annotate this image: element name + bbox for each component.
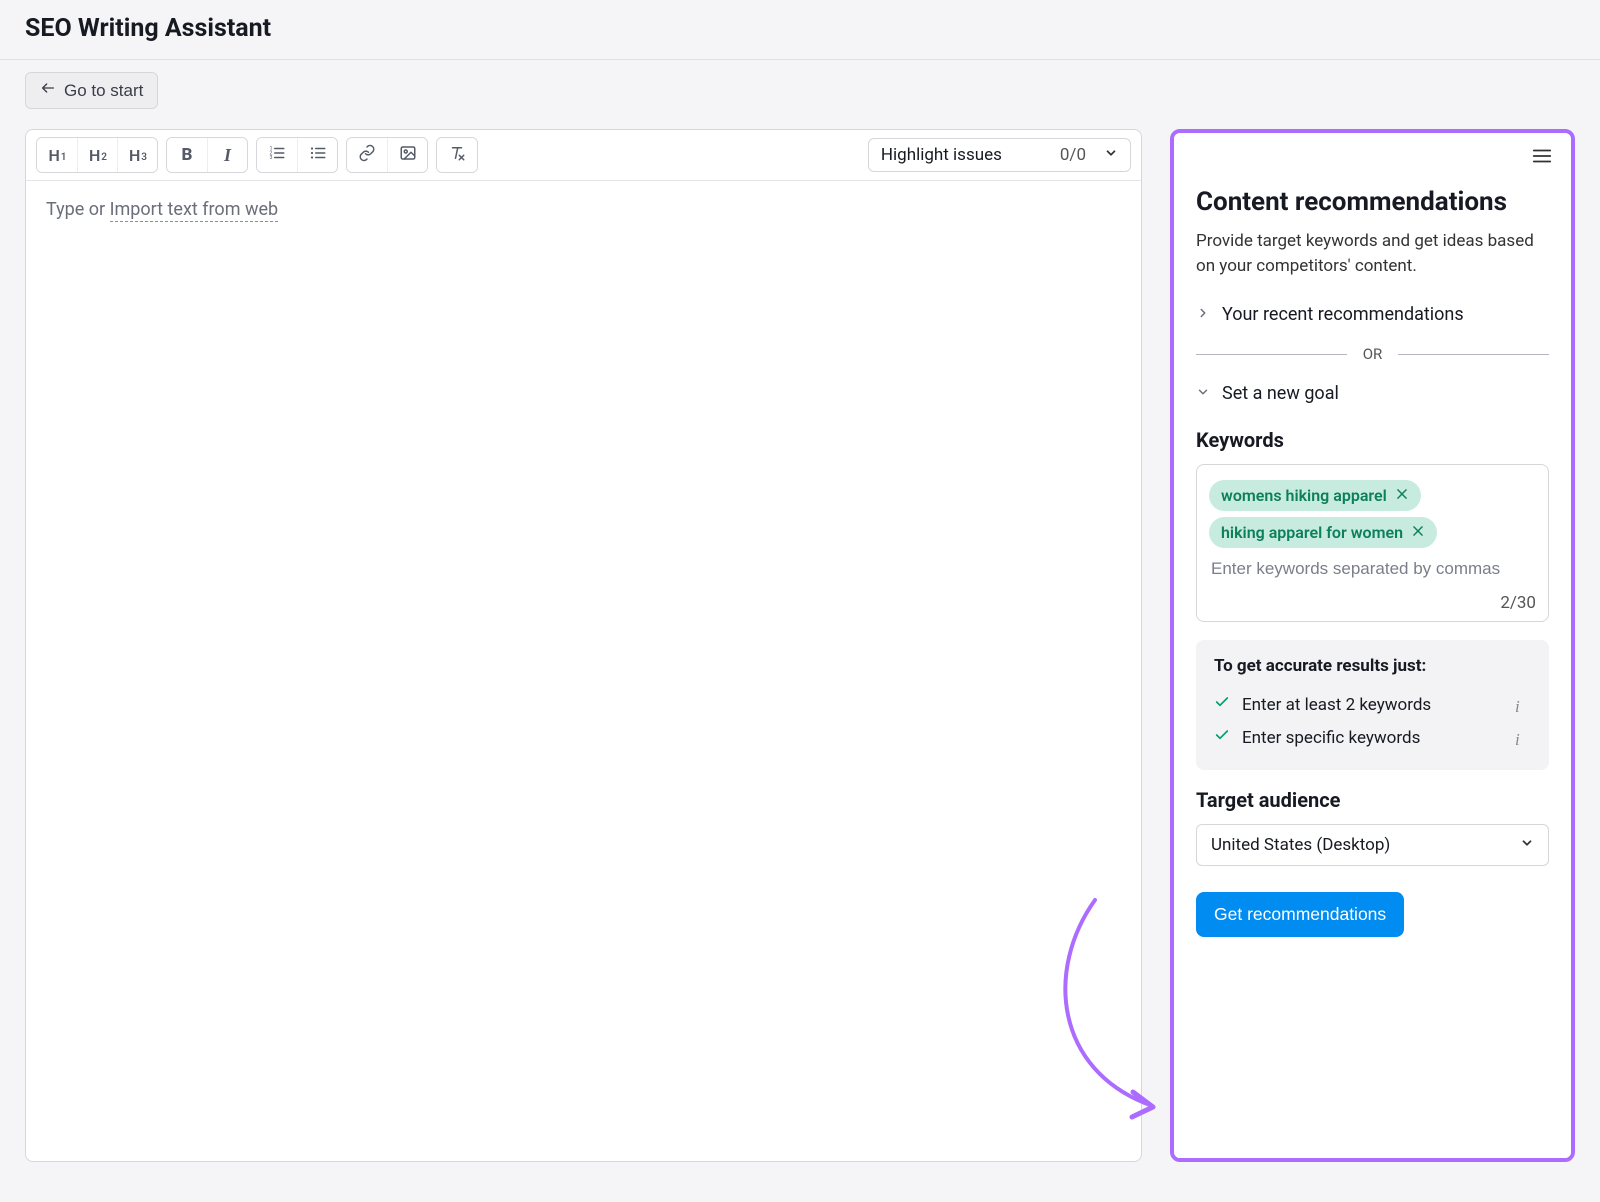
heading3-button[interactable]: H3 — [117, 138, 157, 172]
ordered-list-icon: 123 — [268, 144, 286, 166]
heading1-button[interactable]: H1 — [37, 138, 77, 172]
keywords-count: 2/30 — [1209, 587, 1536, 613]
editor-placeholder-prefix: Type or — [46, 199, 110, 220]
bold-button[interactable]: B — [167, 138, 207, 172]
info-icon[interactable]: i — [1515, 730, 1531, 746]
arrow-left-icon — [40, 80, 56, 101]
unordered-list-button[interactable] — [297, 138, 337, 172]
link-icon — [358, 144, 376, 166]
ordered-list-button[interactable]: 123 — [257, 138, 297, 172]
hint-row: Enter at least 2 keywords i — [1214, 688, 1531, 721]
highlight-count: 0/0 — [1060, 145, 1086, 165]
panel-title: Content recommendations — [1196, 187, 1549, 217]
image-button[interactable] — [387, 138, 427, 172]
link-button[interactable] — [347, 138, 387, 172]
set-new-goal-toggle[interactable]: Set a new goal — [1196, 377, 1549, 410]
keyword-chip-label: hiking apparel for women — [1221, 523, 1403, 542]
clear-formatting-button[interactable] — [437, 138, 477, 172]
hamburger-icon — [1531, 152, 1553, 171]
import-text-link[interactable]: Import text from web — [110, 199, 279, 222]
image-icon — [399, 144, 417, 166]
clear-format-icon — [448, 144, 466, 166]
new-goal-label: Set a new goal — [1222, 383, 1339, 404]
highlight-label: Highlight issues — [881, 145, 1002, 165]
get-recommendations-button[interactable]: Get recommendations — [1196, 892, 1404, 937]
chevron-down-icon — [1104, 145, 1118, 165]
panel-menu-button[interactable] — [1531, 145, 1553, 171]
hint-text: Enter specific keywords — [1242, 728, 1420, 748]
audience-select[interactable]: United States (Desktop) — [1196, 824, 1549, 866]
editor-toolbar: H1 H2 H3 B I 123 — [26, 130, 1141, 181]
keywords-input[interactable] — [1209, 551, 1536, 587]
editor-panel: H1 H2 H3 B I 123 — [25, 129, 1142, 1162]
or-separator: OR — [1196, 345, 1549, 363]
check-icon — [1214, 727, 1230, 748]
remove-chip-button[interactable] — [1411, 523, 1425, 542]
recent-recs-label: Your recent recommendations — [1222, 304, 1464, 325]
keyword-chip: womens hiking apparel — [1209, 480, 1421, 511]
keyword-chip: hiking apparel for women — [1209, 517, 1437, 548]
recommendations-panel: Content recommendations Provide target k… — [1174, 133, 1571, 1158]
chevron-right-icon — [1196, 304, 1210, 325]
hints-box: To get accurate results just: Enter at l… — [1196, 640, 1549, 770]
go-to-start-button[interactable]: Go to start — [25, 72, 158, 109]
go-to-start-label: Go to start — [64, 81, 143, 101]
unordered-list-icon — [309, 144, 327, 166]
recommendations-panel-highlight: Content recommendations Provide target k… — [1170, 129, 1575, 1162]
italic-button[interactable]: I — [207, 138, 247, 172]
hints-title: To get accurate results just: — [1214, 656, 1531, 676]
check-icon — [1214, 694, 1230, 715]
app-header: SEO Writing Assistant — [0, 0, 1600, 60]
subbar: Go to start — [0, 60, 1600, 109]
editor-body[interactable]: Type or Import text from web — [26, 181, 1141, 1161]
hint-text: Enter at least 2 keywords — [1242, 695, 1431, 715]
highlight-issues-select[interactable]: Highlight issues 0/0 — [868, 138, 1131, 172]
remove-chip-button[interactable] — [1395, 486, 1409, 505]
page-title: SEO Writing Assistant — [25, 14, 1575, 43]
svg-text:3: 3 — [270, 155, 273, 161]
keyword-chip-label: womens hiking apparel — [1221, 486, 1387, 505]
keywords-field[interactable]: womens hiking apparel hiking apparel for… — [1196, 464, 1549, 622]
chevron-down-icon — [1196, 383, 1210, 404]
hint-row: Enter specific keywords i — [1214, 721, 1531, 754]
panel-description: Provide target keywords and get ideas ba… — [1196, 229, 1549, 278]
heading2-button[interactable]: H2 — [77, 138, 117, 172]
recent-recommendations-toggle[interactable]: Your recent recommendations — [1196, 298, 1549, 331]
audience-value: United States (Desktop) — [1211, 835, 1390, 855]
audience-heading: Target audience — [1196, 788, 1549, 812]
info-icon[interactable]: i — [1515, 697, 1531, 713]
chevron-down-icon — [1520, 835, 1534, 855]
keywords-heading: Keywords — [1196, 428, 1549, 452]
